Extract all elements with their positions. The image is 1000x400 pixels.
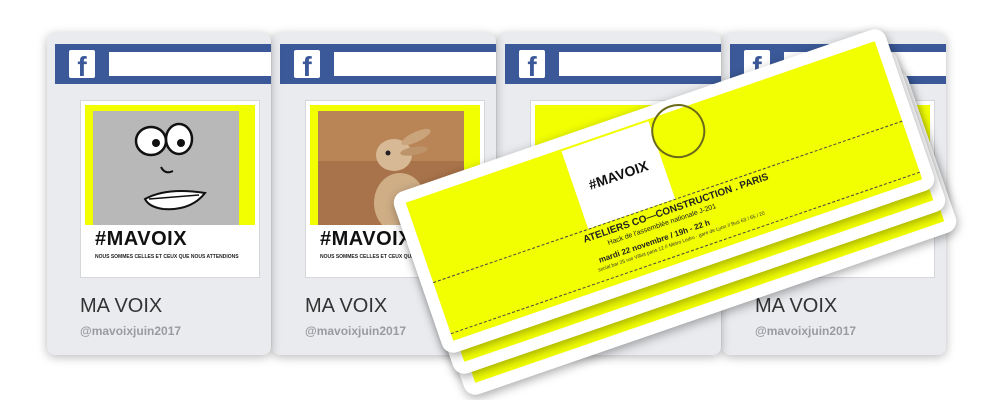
hashtag-mavoix: #MAVOIX [95, 228, 188, 250]
cartoon-face-image [93, 111, 239, 225]
facebook-logo-icon: f [519, 50, 545, 78]
facebook-header: f [505, 44, 721, 84]
page-handle: @mavoixjuin2017 [305, 324, 407, 338]
page-name[interactable]: MA VOIX [80, 295, 162, 318]
search-bar[interactable] [109, 52, 271, 76]
profile-picture[interactable]: #MAVOIX NOUS SOMMES CELLES ET CEUX QUE N… [80, 100, 260, 278]
search-bar[interactable] [334, 52, 496, 76]
page-handle: @mavoixjuin2017 [80, 324, 182, 338]
hashtag-mavoix: #MAVOIX [320, 228, 413, 250]
facebook-logo-icon: f [294, 50, 320, 78]
facebook-header: f [280, 44, 496, 84]
page-name[interactable]: MA VOIX [755, 295, 837, 318]
facebook-logo-icon: f [69, 50, 95, 78]
profile-card-1[interactable]: f #MAVOIX NOUS SOMMES CELLES ET CEUX QUE… [47, 33, 271, 355]
search-bar[interactable] [559, 52, 721, 76]
tagline: NOUS SOMMES CELLES ET CEUX QUE NOUS ATTE… [95, 254, 239, 260]
facebook-header: f [55, 44, 271, 84]
page-handle: @mavoixjuin2017 [755, 324, 857, 338]
page-name[interactable]: MA VOIX [305, 295, 387, 318]
